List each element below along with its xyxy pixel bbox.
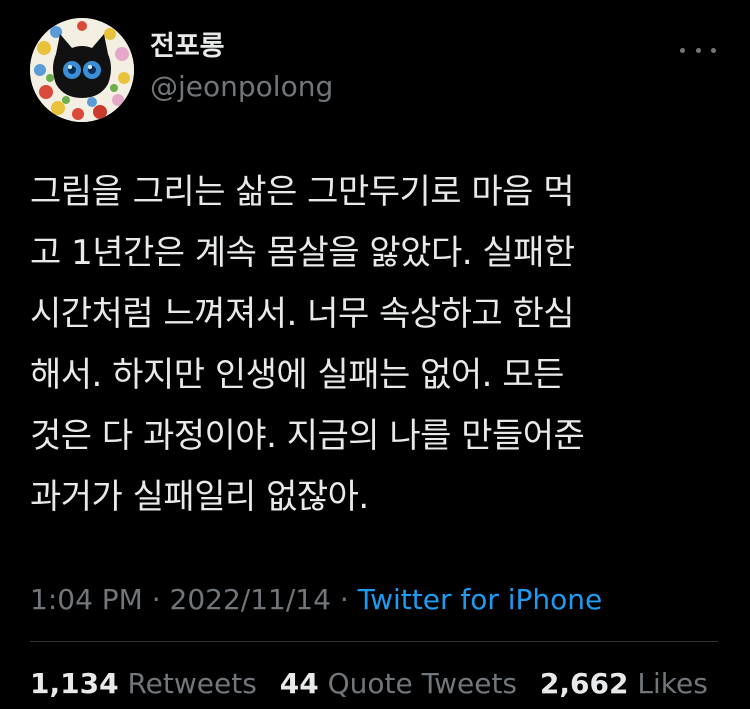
tweet-text-line: 해서. 하지만 인생에 실패는 없어. 모든 <box>30 355 564 395</box>
tweet-detail: 전포롱 @jeonpolong 그림을 그리는 삶은 그만두기로 마음 먹 고 … <box>0 0 750 709</box>
tweet-text-line: 시간처럼 느껴져서. 너무 속상하고 한심 <box>30 294 575 334</box>
cat-avatar-icon[interactable] <box>30 18 134 122</box>
tweet-date[interactable]: 2022/11/14 <box>170 583 331 616</box>
avatar-image <box>30 18 134 122</box>
retweets-stat[interactable]: 1,134 Retweets <box>30 667 257 700</box>
tweet-text-line: 그림을 그리는 삶은 그만두기로 마음 먹 <box>30 172 575 212</box>
retweets-count: 1,134 <box>30 667 119 700</box>
likes-count: 2,662 <box>539 667 629 700</box>
author-handle[interactable]: @jeonpolong <box>150 70 333 104</box>
author-display-name[interactable]: 전포롱 <box>150 30 225 64</box>
tweet-text-line: 고 1년간은 계속 몸살을 앓았다. 실패한 <box>30 233 575 273</box>
tweet-metadata: 1:04 PM · 2022/11/14 · Twitter for iPhon… <box>30 580 602 620</box>
more-dot <box>711 47 716 53</box>
likes-stat[interactable]: 2,662 Likes <box>540 667 708 700</box>
more-dot <box>680 47 685 53</box>
tweet-source-link[interactable]: Twitter for iPhone <box>358 583 603 616</box>
quote-tweets-stat[interactable]: 44 Quote Tweets <box>280 667 517 700</box>
tweet-stats: 1,134 Retweets 44 Quote Tweets 2,662 Lik… <box>30 664 722 704</box>
divider <box>30 641 718 642</box>
quotes-label: Quote Tweets <box>327 667 518 700</box>
tweet-text-line: 것은 다 과정이야. 지금의 나를 만들어준 <box>30 416 585 456</box>
tweet-time[interactable]: 1:04 PM <box>30 583 143 616</box>
retweets-label: Retweets <box>127 667 257 700</box>
quotes-count: 44 <box>279 667 319 700</box>
more-horizontal-icon[interactable] <box>680 40 716 60</box>
tweet-text: 그림을 그리는 삶은 그만두기로 마음 먹 고 1년간은 계속 몸살을 앓았다.… <box>30 162 725 528</box>
more-dot <box>695 47 701 53</box>
likes-label: Likes <box>637 667 708 700</box>
tweet-text-line: 과거가 실패일리 없잖아. <box>30 477 369 517</box>
meta-separator: · <box>142 583 170 616</box>
meta-separator: · <box>330 583 358 616</box>
